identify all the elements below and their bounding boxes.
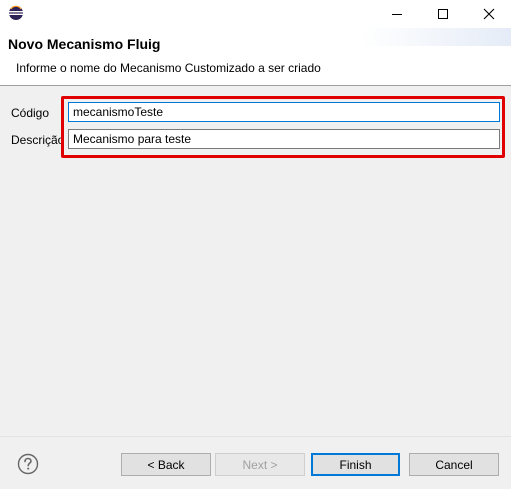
maximize-button[interactable]	[420, 0, 466, 28]
button-bar: < Back Next > Finish Cancel	[0, 437, 511, 489]
wizard-banner: Novo Mecanismo Fluig Informe o nome do M…	[0, 28, 511, 86]
maximize-icon	[438, 9, 448, 19]
eclipse-icon	[8, 5, 24, 21]
close-icon	[483, 8, 495, 20]
page-description: Informe o nome do Mecanismo Customizado …	[16, 61, 321, 75]
help-button[interactable]	[17, 453, 39, 475]
help-icon	[17, 453, 39, 475]
minimize-button[interactable]	[374, 0, 420, 28]
highlight-box	[61, 96, 505, 158]
cancel-button[interactable]: Cancel	[409, 453, 499, 476]
next-button[interactable]: Next >	[215, 453, 305, 476]
minimize-icon	[392, 14, 402, 15]
banner-gradient	[361, 28, 511, 46]
wizard-window: Novo Mecanismo Fluig Informe o nome do M…	[0, 0, 511, 489]
back-button[interactable]: < Back	[121, 453, 211, 476]
descricao-label: Descrição	[11, 133, 65, 147]
close-button[interactable]	[466, 0, 512, 28]
wizard-content: Código Descrição	[0, 86, 511, 436]
title-bar	[0, 0, 511, 28]
page-title: Novo Mecanismo Fluig	[8, 36, 161, 52]
codigo-label: Código	[11, 106, 50, 120]
finish-button[interactable]: Finish	[311, 453, 400, 476]
